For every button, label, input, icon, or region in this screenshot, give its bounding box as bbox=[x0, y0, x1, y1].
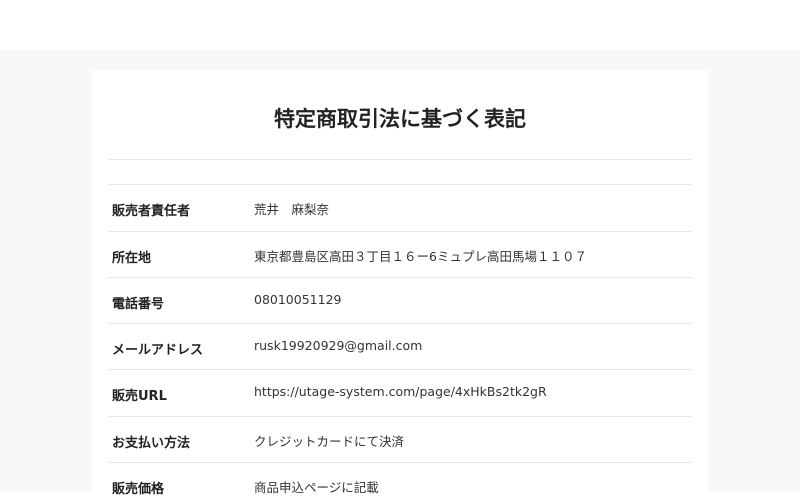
info-row-url: 販売URL https://utage-system.com/page/4xHk… bbox=[108, 369, 692, 416]
row-label: 販売URL bbox=[112, 389, 167, 404]
row-value: rusk19920929@gmail.com bbox=[254, 338, 423, 353]
top-bar bbox=[0, 0, 800, 50]
info-row-payment: お支払い方法 クレジットカードにて決済 bbox=[108, 416, 692, 463]
row-value: https://utage-system.com/page/4xHkBs2tk2… bbox=[254, 384, 547, 399]
row-value: 商品申込ページに記載 bbox=[254, 480, 379, 495]
row-label: 販売価格 bbox=[112, 482, 165, 497]
row-label: メールアドレス bbox=[112, 343, 204, 358]
row-label: 電話番号 bbox=[112, 297, 165, 312]
info-row-price: 販売価格 商品申込ページに記載 bbox=[108, 462, 692, 497]
info-row-phone: 電話番号 08010051129 bbox=[108, 277, 692, 324]
row-label: 販売者責任者 bbox=[112, 204, 191, 219]
info-row-seller: 販売者責任者 荒井 麻梨奈 bbox=[108, 184, 692, 231]
row-value: 東京都豊島区高田３丁目１６ー6ミュプレ高田馬場１１０７ bbox=[254, 249, 587, 264]
info-row-address: 所在地 東京都豊島区高田３丁目１６ー6ミュプレ高田馬場１１０７ bbox=[108, 231, 692, 278]
info-row-email: メールアドレス rusk19920929@gmail.com bbox=[108, 323, 692, 370]
row-value: 荒井 麻梨奈 bbox=[254, 202, 330, 217]
row-label: 所在地 bbox=[112, 251, 152, 266]
page-title: 特定商取引法に基づく表記 bbox=[274, 107, 526, 131]
row-label: お支払い方法 bbox=[112, 436, 191, 451]
row-value: クレジットカードにて決済 bbox=[254, 434, 405, 449]
title-divider bbox=[108, 159, 692, 160]
row-value: 08010051129 bbox=[254, 292, 342, 307]
